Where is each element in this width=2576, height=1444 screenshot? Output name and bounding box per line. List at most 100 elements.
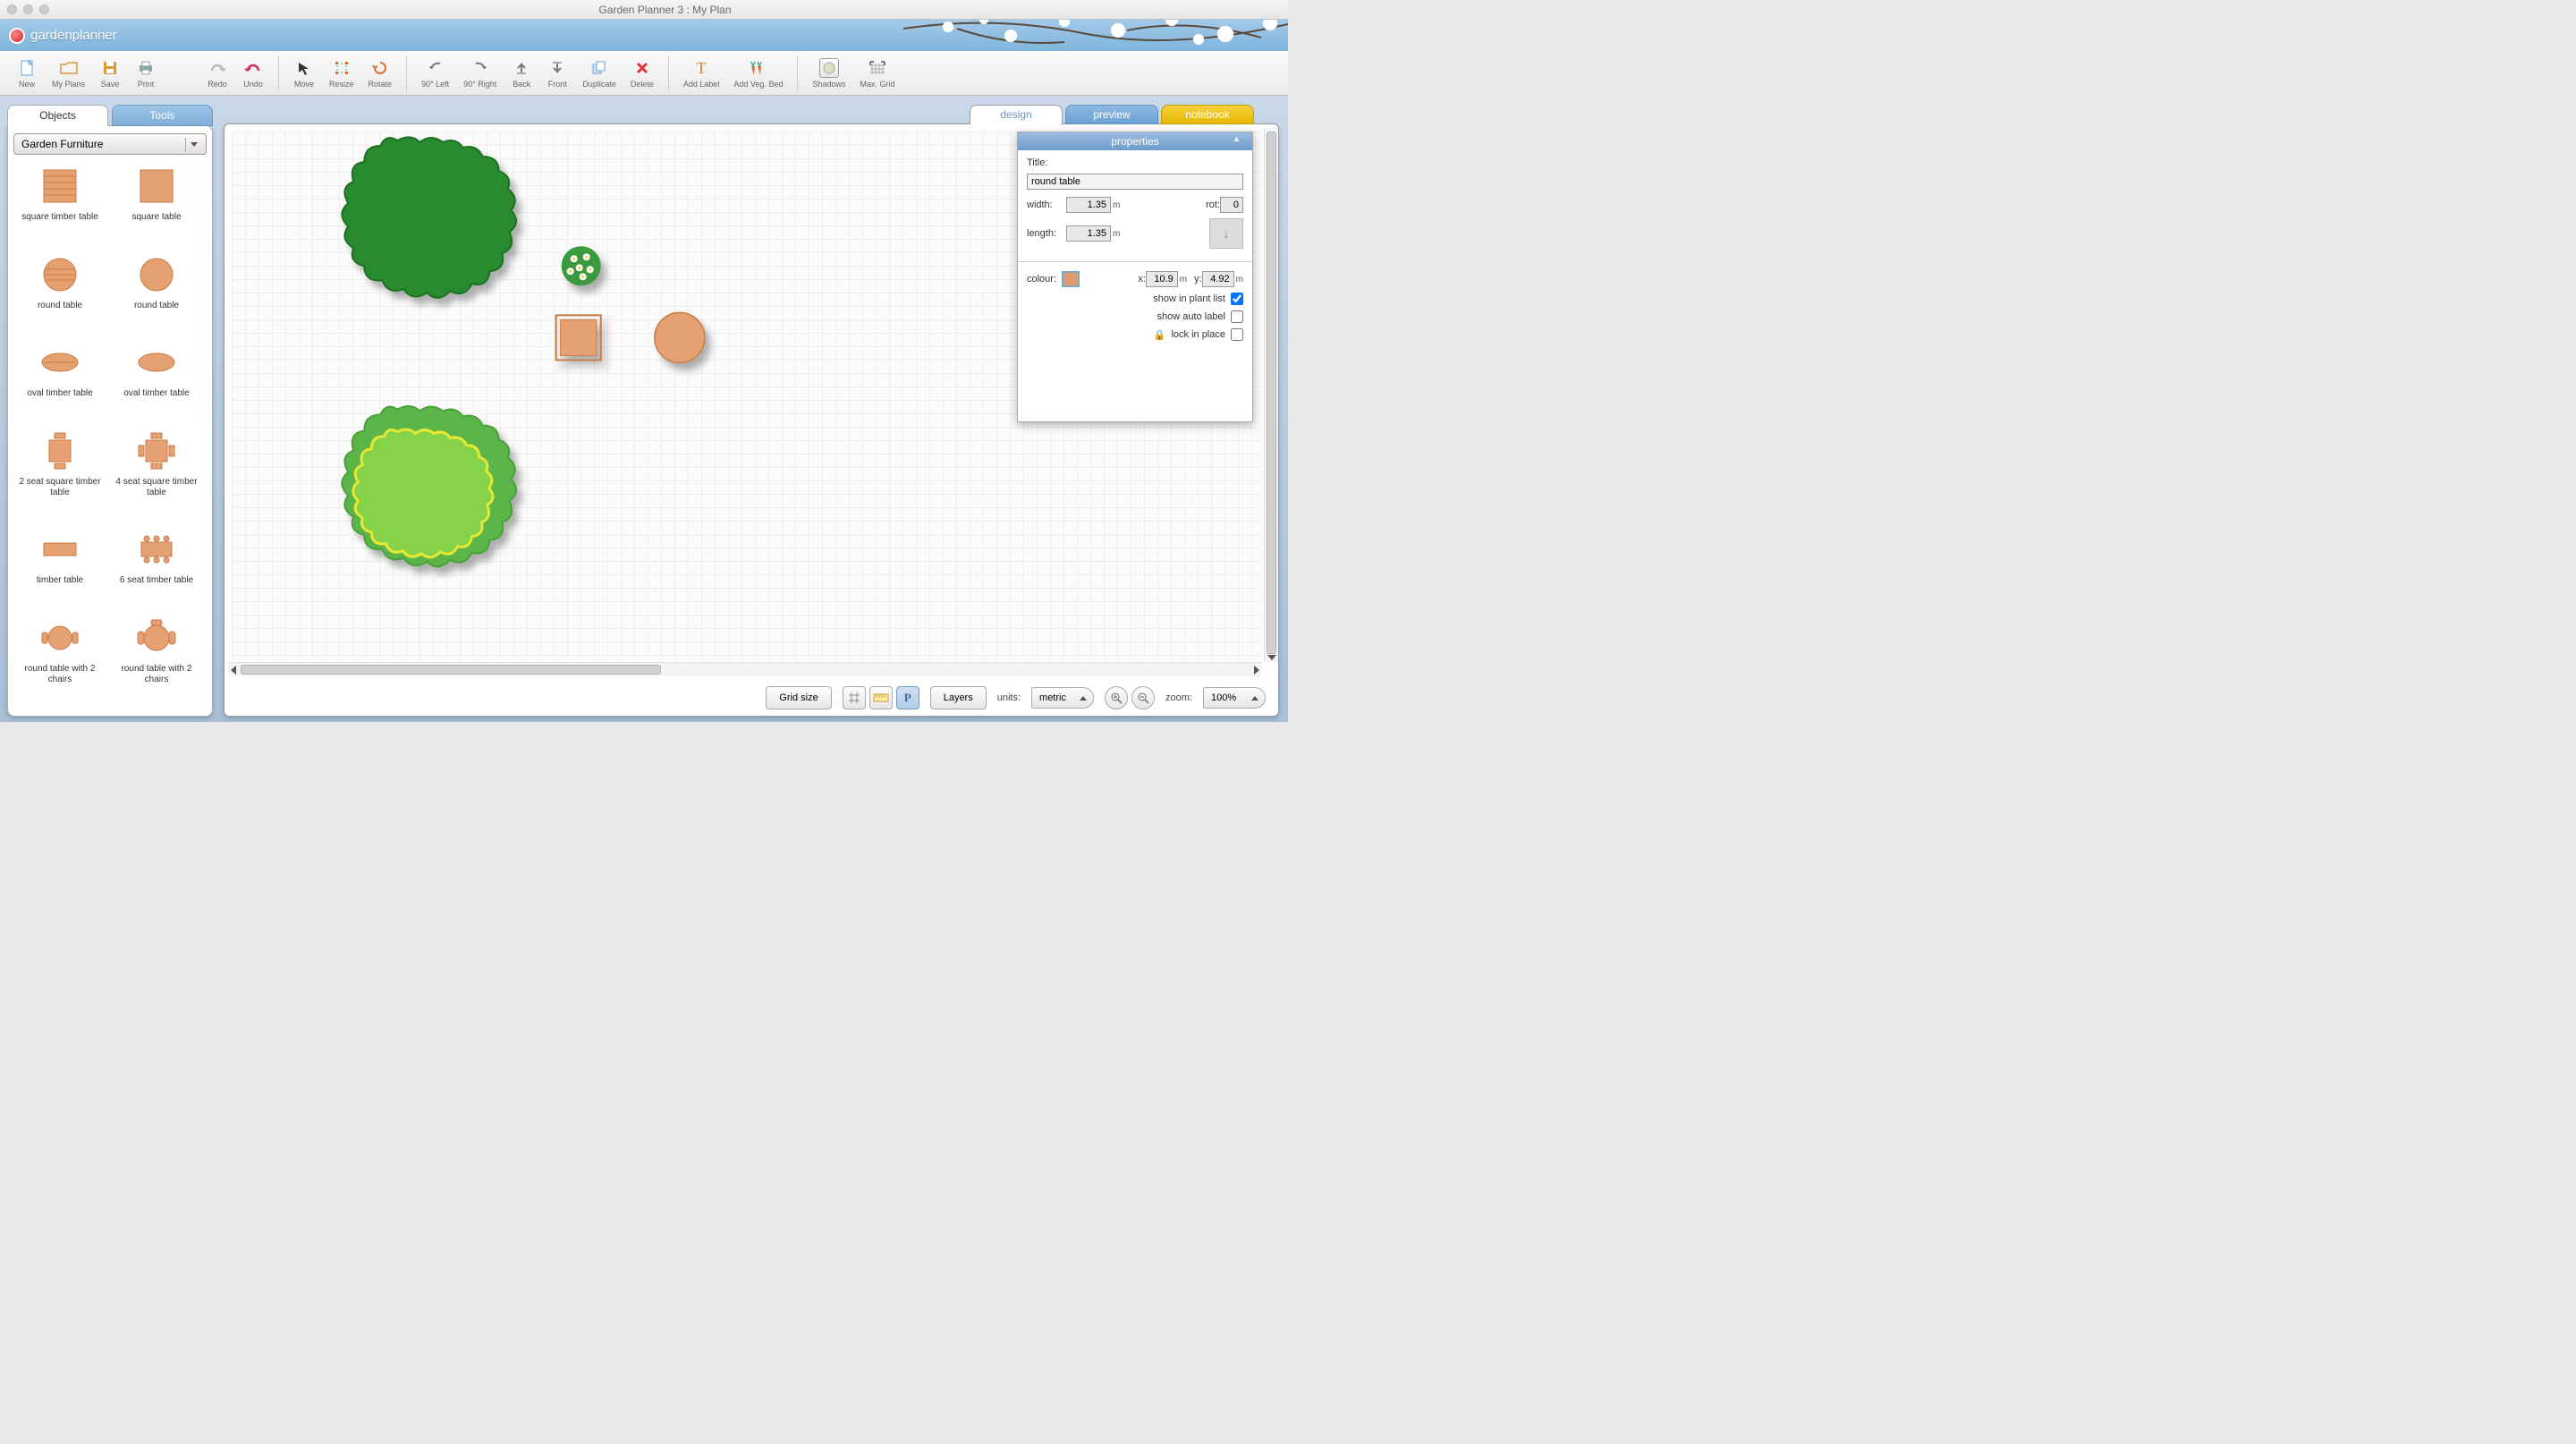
colour-swatch[interactable]: [1062, 271, 1080, 287]
max-grid-button[interactable]: Max. Grid: [852, 52, 902, 95]
zoom-in-icon[interactable]: [1105, 686, 1128, 709]
app-name: gardenplanner: [30, 28, 117, 43]
delete-button[interactable]: Delete: [623, 52, 661, 95]
objects-grid[interactable]: square timber table square table round tab…: [13, 162, 207, 709]
grid-toggle-icon[interactable]: [843, 686, 866, 709]
rot-input[interactable]: [1220, 197, 1243, 213]
y-input[interactable]: [1202, 271, 1234, 287]
toolbar: New My Plans Save Print Redo Undo Move R…: [0, 51, 1288, 96]
duplicate-button[interactable]: Duplicate: [575, 52, 623, 95]
main-area: Objects Tools Garden Furniture square ti…: [0, 96, 1288, 722]
object-thumb-icon: [134, 340, 179, 385]
front-button[interactable]: Front: [539, 52, 575, 95]
resize-button[interactable]: Resize: [322, 52, 361, 95]
object-label: 6 seat timber table: [120, 575, 193, 586]
tree-dark[interactable]: [342, 137, 516, 297]
object-label: square timber table: [21, 212, 98, 223]
rotate-left-button[interactable]: 90° Left: [414, 52, 456, 95]
object-label: 4 seat square timber table: [112, 477, 201, 498]
app-logo-icon: [9, 28, 25, 44]
tab-design[interactable]: design: [970, 105, 1063, 124]
horizontal-scrollbar[interactable]: [228, 662, 1262, 676]
move-button[interactable]: Move: [286, 52, 322, 95]
collapse-icon[interactable]: ▴: [1234, 134, 1247, 147]
object-thumb-icon: [134, 527, 179, 572]
ruler-icon[interactable]: [869, 686, 893, 709]
print-button[interactable]: Print: [128, 52, 164, 95]
save-button[interactable]: Save: [92, 52, 128, 95]
object-item[interactable]: round table: [13, 251, 106, 336]
units-label: units:: [997, 692, 1021, 703]
minimize-icon[interactable]: [23, 4, 33, 14]
category-select[interactable]: Garden Furniture: [13, 133, 207, 155]
object-item[interactable]: round table with 2 chairs: [110, 614, 203, 709]
show-plant-checkbox[interactable]: [1231, 293, 1243, 305]
tree-light[interactable]: [342, 406, 516, 566]
objects-panel: Garden Furniture square timber tablesqua…: [7, 125, 213, 717]
rotate-button[interactable]: Rotate: [361, 52, 400, 95]
object-item[interactable]: 4 seat square timber table: [110, 427, 203, 522]
vertical-scrollbar[interactable]: [1264, 128, 1278, 662]
preview-p-icon[interactable]: P: [896, 686, 919, 709]
grid-size-button[interactable]: Grid size: [766, 686, 831, 709]
title-input[interactable]: [1027, 174, 1243, 190]
object-item[interactable]: oval timber table: [110, 338, 203, 423]
back-button[interactable]: Back: [504, 52, 539, 95]
object-thumb-icon: [38, 164, 82, 208]
object-item[interactable]: round table with 2 chairs: [13, 614, 106, 709]
status-bar: Grid size P Layers units: metric zoom: 1…: [225, 680, 1278, 716]
shadows-button[interactable]: Shadows: [805, 52, 852, 95]
length-input[interactable]: [1066, 225, 1111, 242]
canvas-round-table[interactable]: [655, 312, 705, 362]
lock-label: lock in place: [1171, 329, 1225, 340]
zoom-select[interactable]: 100%: [1203, 687, 1266, 709]
layers-button[interactable]: Layers: [930, 686, 987, 709]
show-auto-checkbox[interactable]: [1231, 310, 1243, 323]
x-input[interactable]: [1146, 271, 1178, 287]
object-item[interactable]: square table: [110, 162, 203, 247]
width-input[interactable]: [1066, 197, 1111, 213]
properties-body: Title: width: m rot:: [1018, 150, 1252, 421]
object-label: 2 seat square timber table: [15, 477, 105, 498]
colour-label: colour:: [1027, 274, 1056, 285]
object-thumb-icon: [134, 164, 179, 208]
category-value: Garden Furniture: [21, 138, 103, 150]
title-label: Title:: [1027, 157, 1047, 168]
svg-text:T: T: [697, 60, 707, 76]
tab-objects[interactable]: Objects: [7, 105, 108, 126]
new-button[interactable]: New: [9, 52, 45, 95]
redo-button[interactable]: Redo: [199, 52, 235, 95]
add-veg-bed-button[interactable]: Add Veg. Bed: [726, 52, 790, 95]
object-label: square table: [131, 212, 181, 223]
object-label: round table: [38, 301, 82, 311]
object-item[interactable]: timber table: [13, 525, 106, 610]
close-icon[interactable]: [7, 4, 17, 14]
add-label-button[interactable]: TAdd Label: [676, 52, 727, 95]
titlebar: Garden Planner 3 : My Plan: [0, 0, 1288, 20]
object-item[interactable]: round table: [110, 251, 203, 336]
zoom-icon[interactable]: [39, 4, 49, 14]
tab-preview[interactable]: preview: [1065, 105, 1158, 124]
rotation-dial[interactable]: ↓: [1209, 218, 1243, 249]
object-item[interactable]: square timber table: [13, 162, 106, 247]
zoom-out-icon[interactable]: [1131, 686, 1155, 709]
object-thumb-icon: [134, 252, 179, 297]
object-item[interactable]: 2 seat square timber table: [13, 427, 106, 522]
object-item[interactable]: 6 seat timber table: [110, 525, 203, 610]
tab-tools[interactable]: Tools: [112, 105, 213, 126]
units-select[interactable]: metric: [1031, 687, 1094, 709]
canvas-wrap: properties ▴ Title: width: m rot:: [224, 123, 1279, 717]
lock-checkbox[interactable]: [1231, 328, 1243, 341]
tab-notebook[interactable]: notebook: [1161, 105, 1254, 124]
flower-bush[interactable]: [562, 246, 601, 285]
center-area: design preview notebook: [224, 105, 1279, 717]
object-thumb-icon: [38, 429, 82, 473]
rotate-right-button[interactable]: 90° Right: [456, 52, 504, 95]
object-label: round table with 2 chairs: [112, 664, 201, 685]
undo-button[interactable]: Undo: [235, 52, 271, 95]
object-item[interactable]: oval timber table: [13, 338, 106, 423]
properties-header[interactable]: properties ▴: [1018, 132, 1252, 150]
properties-panel: properties ▴ Title: width: m rot:: [1017, 132, 1253, 422]
my-plans-button[interactable]: My Plans: [45, 52, 92, 95]
canvas-square-table[interactable]: [556, 315, 601, 360]
